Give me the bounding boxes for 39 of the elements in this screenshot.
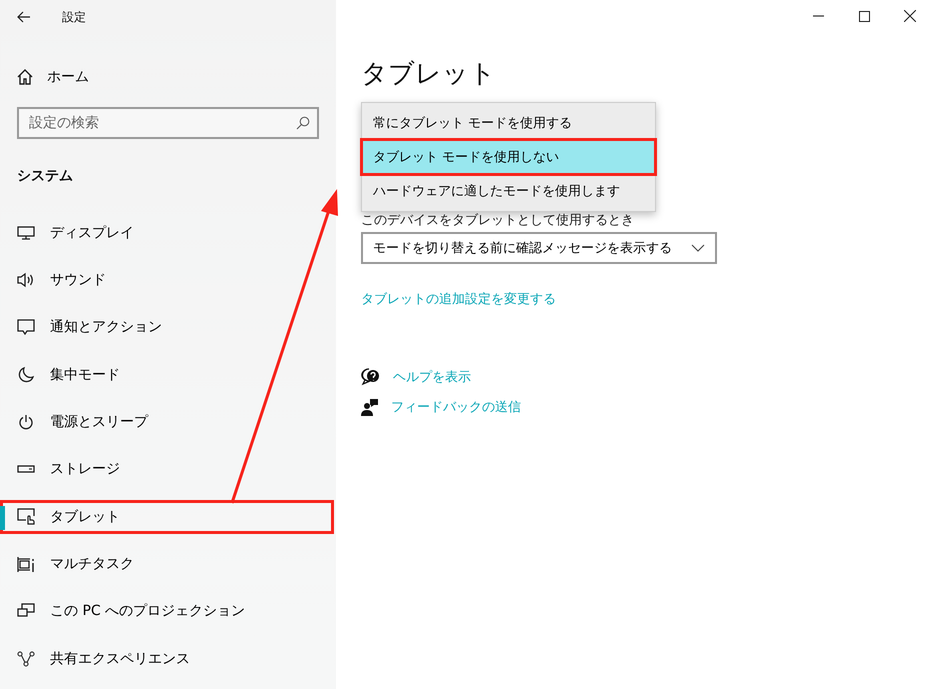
multitask-icon — [17, 556, 35, 573]
home-icon — [17, 68, 33, 85]
sidebar-item[interactable]: 集中モード — [0, 357, 334, 392]
minimize-icon — [812, 15, 824, 17]
menu-option[interactable]: ハードウェアに適したモードを使用します — [362, 174, 655, 208]
search-field[interactable]: 設定の検索 — [17, 107, 319, 140]
sidebar-item[interactable]: 通知とアクション — [0, 310, 334, 344]
sidebar-item[interactable]: 電源とスリープ — [0, 404, 334, 440]
search-icon — [296, 116, 310, 130]
monitor-icon — [17, 224, 35, 241]
back-arrow-icon — [17, 11, 31, 23]
tablet-touch-icon — [17, 508, 35, 526]
home-nav-item[interactable]: ホーム — [0, 60, 336, 94]
person-feedback-icon — [361, 398, 379, 416]
share-network-icon — [17, 650, 35, 667]
help-chat-icon — [361, 368, 381, 386]
sidebar-item[interactable]: タブレット — [0, 500, 334, 534]
sidebar-item[interactable]: ディスプレイ — [0, 215, 334, 250]
sidebar-item[interactable]: 共有エクスペリエンス — [0, 642, 334, 676]
sidebar-item[interactable]: ストレージ — [0, 452, 334, 486]
speech-bubble-icon — [17, 319, 35, 336]
sidebar-item[interactable]: この PC へのプロジェクション — [0, 594, 334, 629]
storage-drive-icon — [17, 465, 35, 474]
power-icon — [18, 414, 34, 430]
moon-icon — [18, 366, 34, 383]
chevron-down-icon — [691, 244, 705, 252]
menu-option[interactable]: タブレット モードを使用しない — [362, 140, 655, 174]
sidebar-item[interactable]: サウンド — [0, 262, 334, 298]
mode-dropdown[interactable]: モードを切り替える前に確認メッセージを表示する — [361, 232, 717, 264]
sidebar-item[interactable]: マルチタスク — [0, 546, 334, 582]
page-title: タブレット — [361, 58, 497, 91]
section-heading: システム — [17, 167, 74, 186]
window-title: 設定 — [62, 8, 86, 26]
projection-icon — [17, 603, 35, 620]
close-icon — [904, 10, 916, 22]
field-label: このデバイスをタブレットとして使用するとき — [361, 212, 635, 229]
maximize-icon — [858, 10, 870, 22]
speaker-icon — [17, 272, 35, 288]
menu-option[interactable]: 常にタブレット モードを使用する — [362, 106, 655, 140]
